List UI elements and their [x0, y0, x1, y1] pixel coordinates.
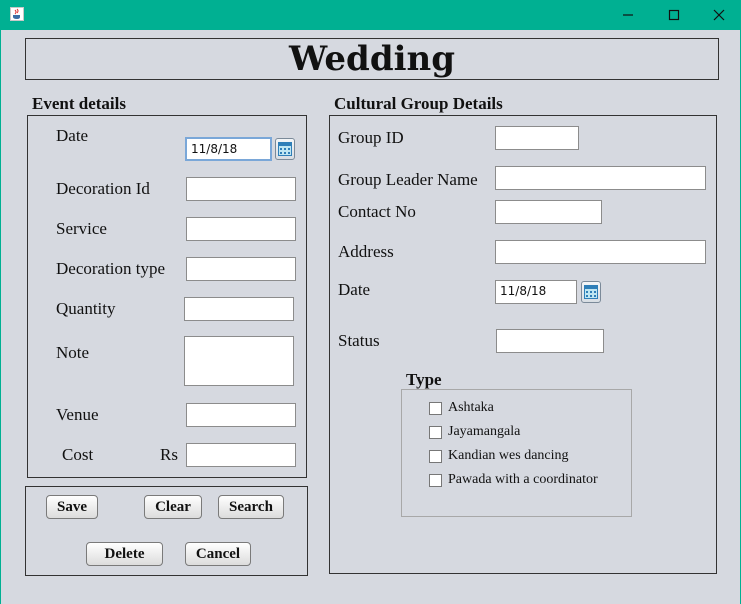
checkbox-jayamangala[interactable]: [429, 425, 442, 439]
service-label: Service: [56, 219, 107, 238]
group-id-label: Group ID: [338, 128, 404, 147]
group-id-field[interactable]: [495, 126, 579, 150]
type-option-label: Ashtaka: [448, 400, 494, 415]
venue-label: Venue: [56, 405, 99, 424]
page-title-box: Wedding: [25, 38, 719, 80]
event-details-title: Event details: [32, 94, 126, 113]
quantity-label: Quantity: [56, 299, 116, 318]
cultural-date-label: Date: [338, 280, 371, 299]
calendar-icon: [584, 285, 598, 299]
type-option-label: Pawada with a coordinator: [448, 472, 598, 487]
window-border-left: [0, 30, 1, 604]
close-button[interactable]: [696, 0, 741, 30]
venue-field[interactable]: [186, 403, 296, 427]
cultural-date-picker-button[interactable]: [581, 281, 601, 303]
event-date-value: 11/8/18: [191, 142, 238, 156]
type-option-jayamangala[interactable]: Jayamangala: [429, 424, 520, 440]
cultural-group-title: Cultural Group Details: [334, 94, 503, 113]
group-leader-name-label: Group Leader Name: [338, 170, 478, 189]
type-option-label: Kandian wes dancing: [448, 448, 569, 463]
save-button[interactable]: Save: [46, 495, 98, 519]
cancel-button[interactable]: Cancel: [185, 542, 251, 566]
maximize-button[interactable]: [651, 0, 697, 30]
checkbox-ashtaka[interactable]: [429, 401, 442, 415]
status-field[interactable]: [496, 329, 604, 353]
decoration-id-field[interactable]: [186, 177, 296, 201]
event-date-label: Date: [56, 126, 89, 145]
minimize-button[interactable]: [605, 0, 651, 30]
calendar-icon: [278, 142, 292, 156]
type-title: Type: [406, 370, 442, 389]
note-textarea[interactable]: [184, 336, 294, 386]
search-button[interactable]: Search: [218, 495, 284, 519]
event-date-field[interactable]: 11/8/18: [185, 137, 272, 161]
page-title: Wedding: [289, 39, 455, 79]
clear-button[interactable]: Clear: [144, 495, 202, 519]
group-leader-name-field[interactable]: [495, 166, 706, 190]
cultural-date-field[interactable]: 11/8/18: [495, 280, 577, 304]
cost-currency-label: Rs: [160, 445, 178, 464]
event-date-picker-button[interactable]: [275, 138, 295, 160]
quantity-field[interactable]: [184, 297, 294, 321]
cost-field[interactable]: [186, 443, 296, 467]
cultural-date-value: 11/8/18: [500, 284, 547, 298]
type-option-label: Jayamangala: [448, 424, 521, 439]
type-option-kandian-wes-dancing[interactable]: Kandian wes dancing: [429, 448, 569, 464]
maximize-icon: [668, 9, 680, 21]
minimize-icon: [623, 14, 633, 16]
address-label: Address: [338, 242, 394, 261]
java-icon: [10, 7, 24, 21]
checkbox-kandian-wes-dancing[interactable]: [429, 449, 442, 463]
service-field[interactable]: [186, 217, 296, 241]
type-option-pawada-with-a-coordinator[interactable]: Pawada with a coordinator: [429, 472, 598, 488]
decoration-type-field[interactable]: [186, 257, 296, 281]
contact-no-field[interactable]: [495, 200, 602, 224]
address-field[interactable]: [495, 240, 706, 264]
close-icon: [713, 9, 725, 21]
status-label: Status: [338, 331, 380, 350]
decoration-id-label: Decoration Id: [56, 179, 150, 198]
type-option-ashtaka[interactable]: Ashtaka: [429, 400, 494, 416]
cost-label: Cost: [62, 445, 94, 464]
contact-no-label: Contact No: [338, 202, 416, 221]
delete-button[interactable]: Delete: [86, 542, 163, 566]
checkbox-pawada-with-a-coordinator[interactable]: [429, 473, 442, 487]
decoration-type-label: Decoration type: [56, 259, 166, 278]
note-label: Note: [56, 343, 90, 362]
